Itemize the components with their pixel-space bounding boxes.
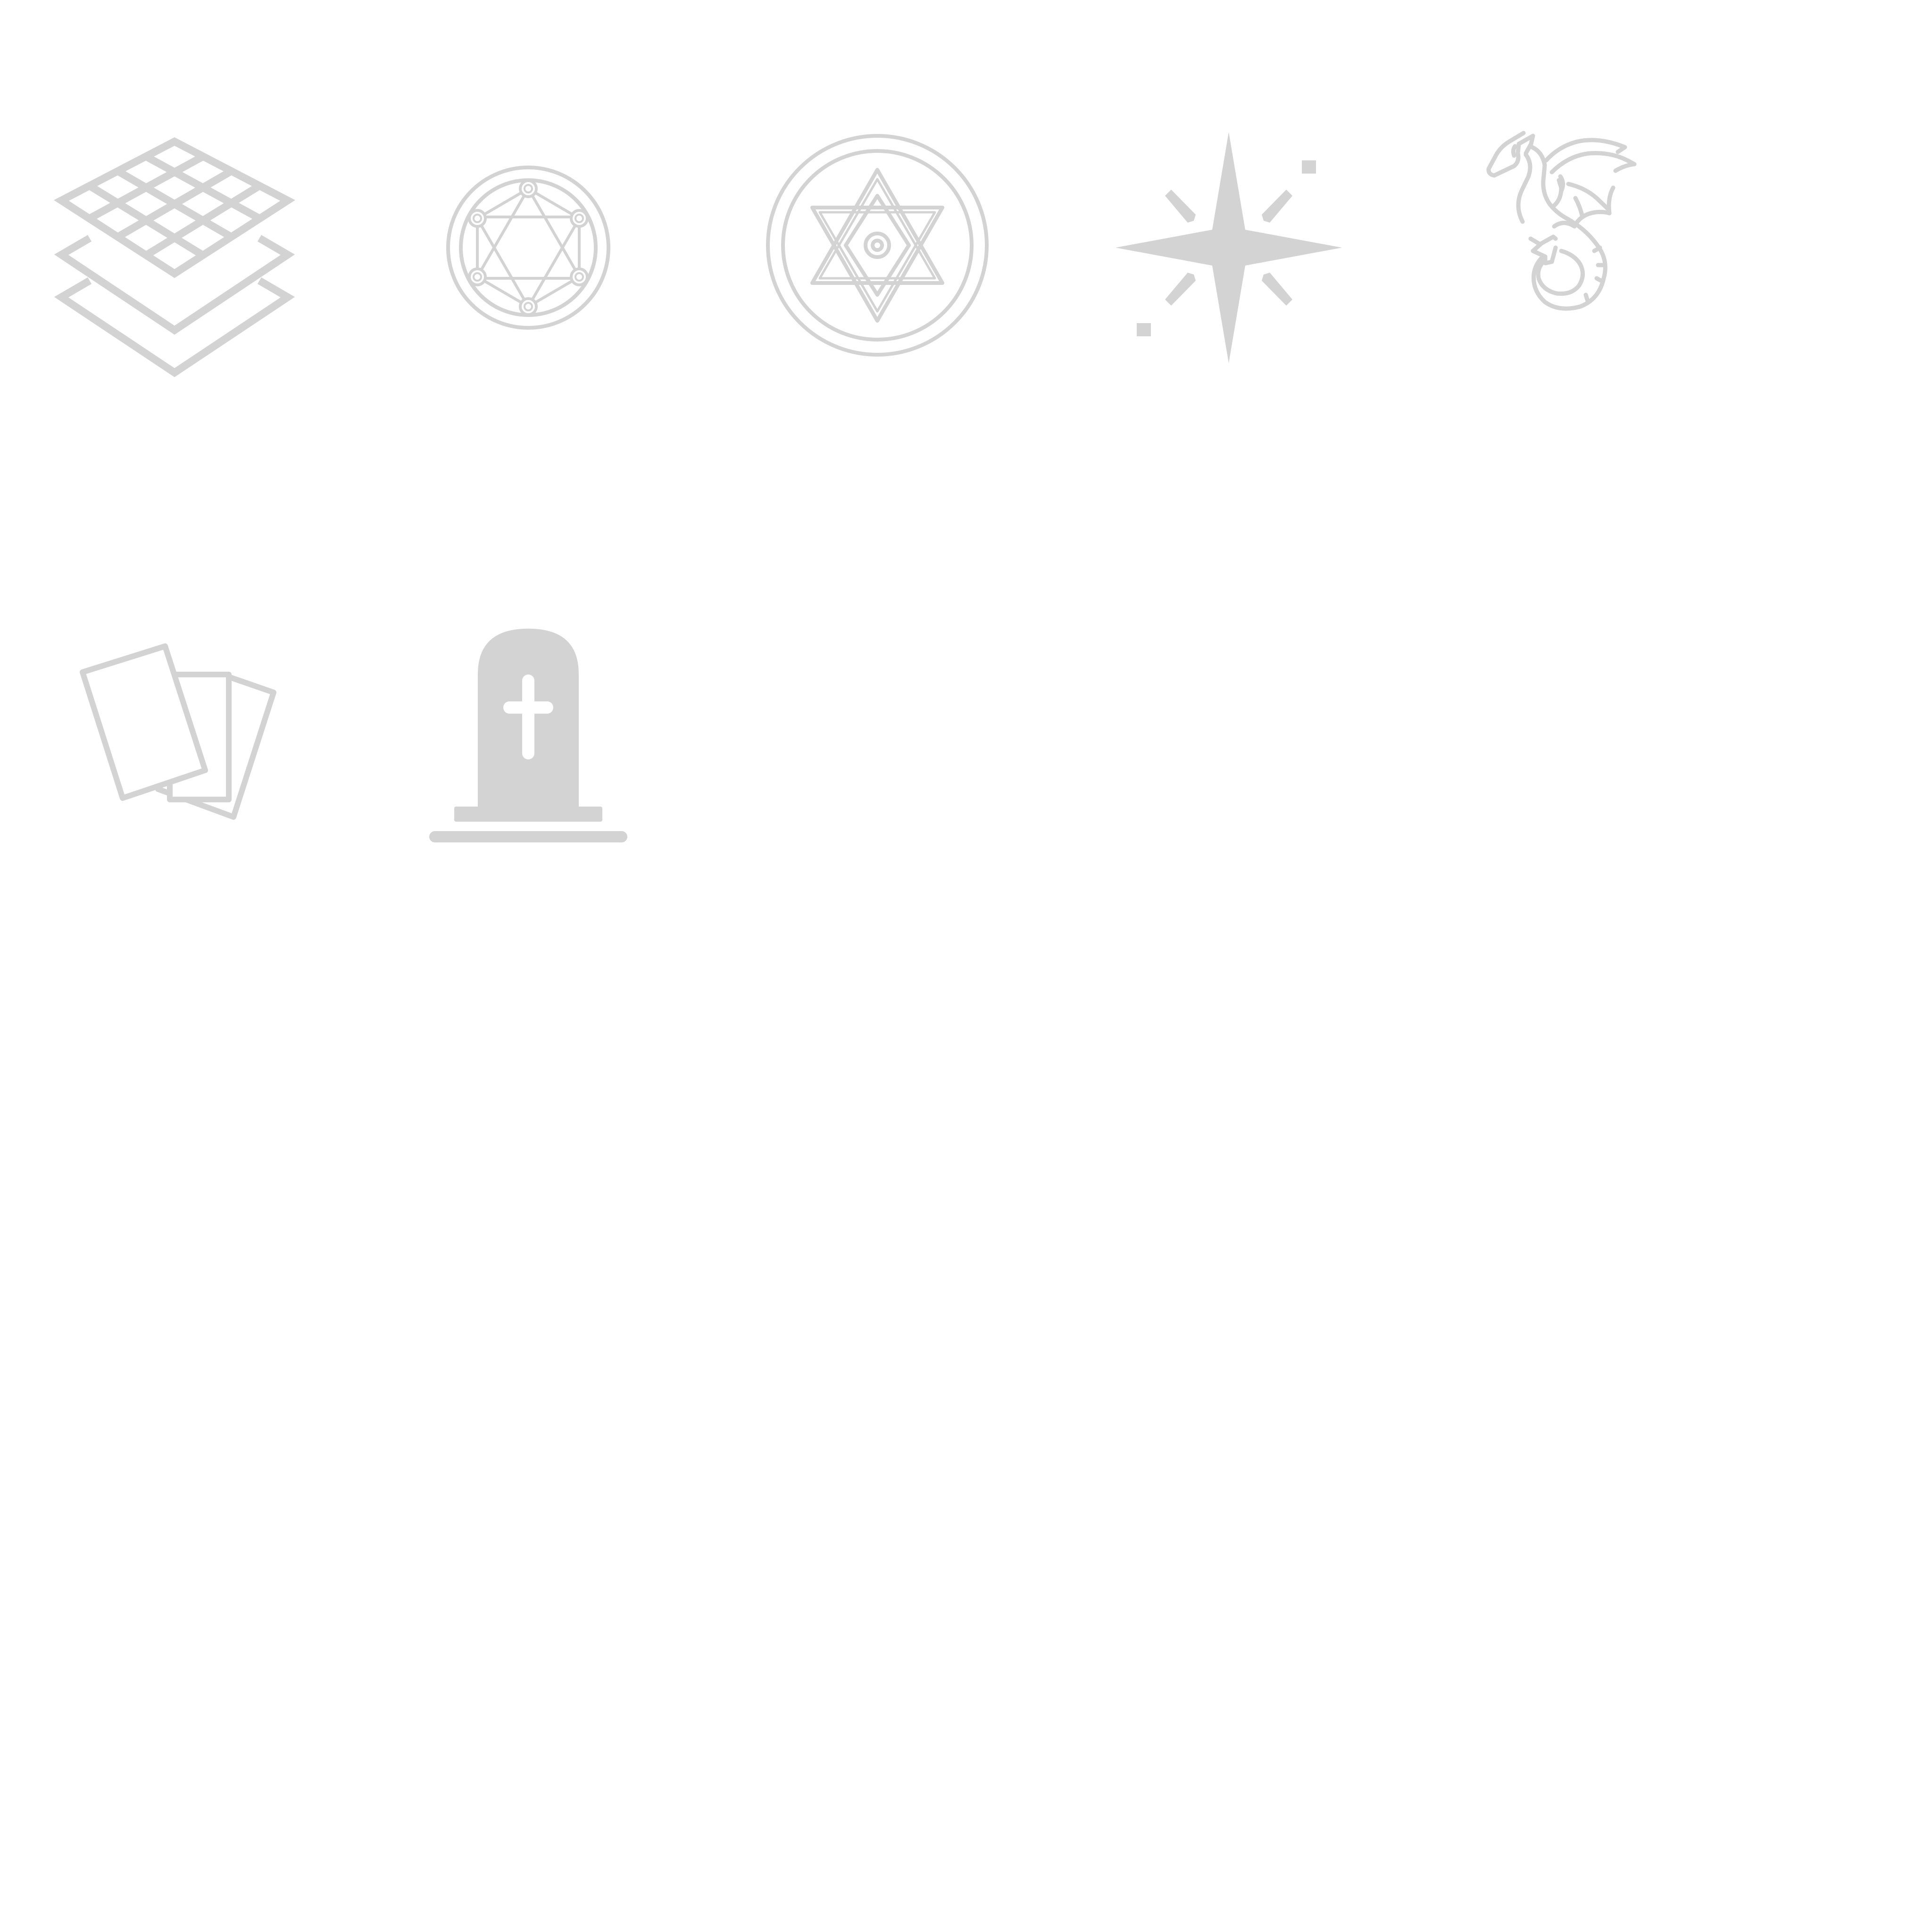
hexagram-seal-icon — [764, 132, 991, 358]
magic-circle-icon — [443, 163, 613, 333]
dragon-icon — [1462, 127, 1698, 363]
four-point-star-sparkle-icon — [1111, 130, 1347, 366]
stacked-grid-layers-icon — [54, 137, 295, 377]
tarot-cards-icon — [75, 643, 278, 835]
tombstone-icon — [422, 628, 634, 847]
